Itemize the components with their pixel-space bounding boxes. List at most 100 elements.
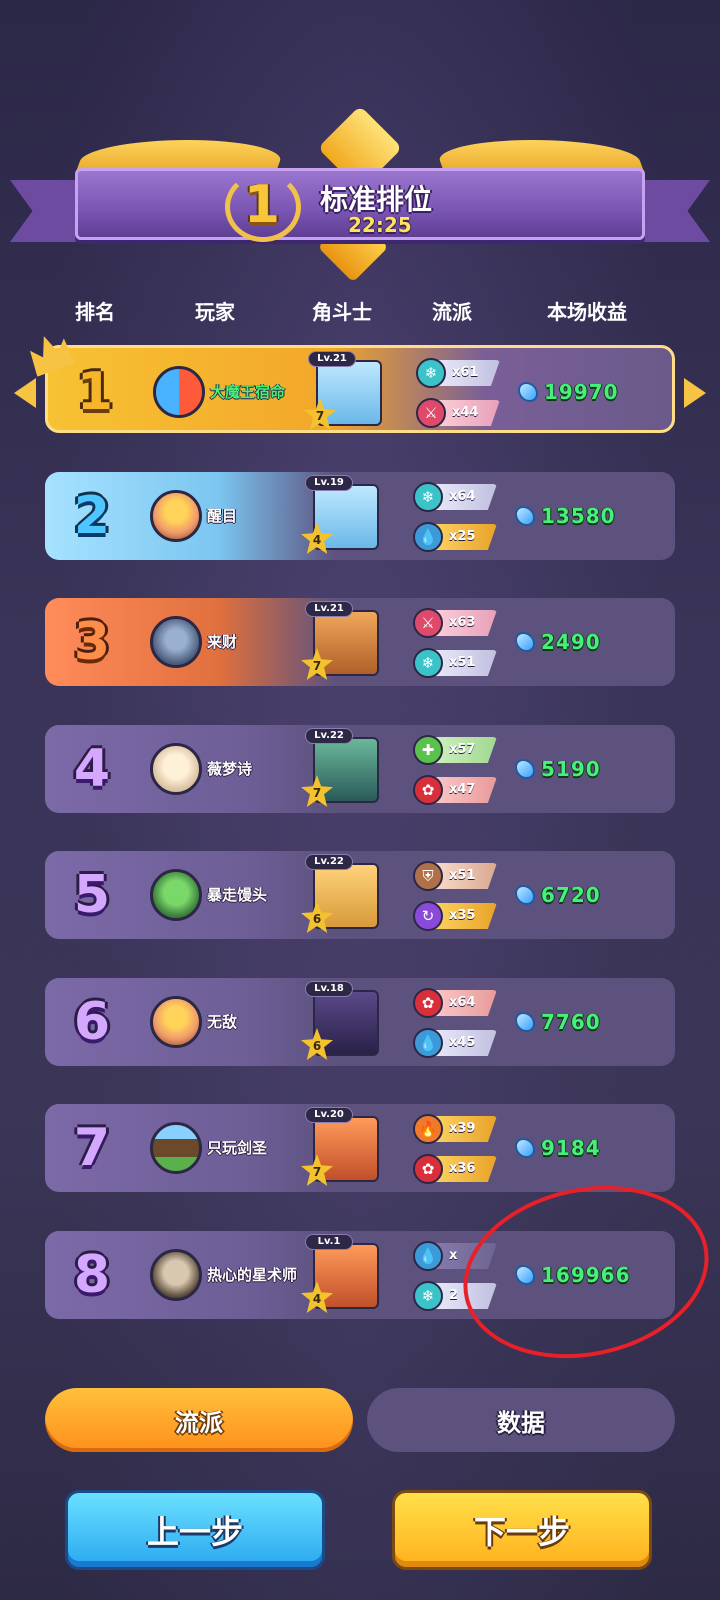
gem-icon — [515, 1138, 535, 1158]
school-tag: ⚔ x44 — [416, 398, 500, 428]
ranking-row[interactable]: 1 大魔王宿命 Lv.21 7 ❄ x61 ⚔ x44 19970 — [45, 345, 675, 433]
school-count: x51 — [449, 868, 476, 883]
ranking-row[interactable]: 2 醒目 Lv.19 4 ❄ x64 💧 x25 13580 — [45, 472, 675, 560]
player-avatar[interactable] — [153, 366, 205, 418]
header-fighter: 角斗士 — [312, 300, 372, 324]
rank-number: 5 — [73, 865, 111, 925]
player-avatar[interactable] — [150, 616, 202, 668]
player-name: 醒目 — [207, 507, 238, 525]
income-value: 13580 — [541, 504, 616, 528]
tab-school[interactable]: 流派 — [45, 1388, 353, 1452]
income-value: 19970 — [544, 380, 619, 404]
mode-title: 标准排位 — [320, 183, 433, 216]
income-value: 7760 — [541, 1010, 601, 1034]
fighter-level: Lv.18 — [305, 981, 353, 997]
snowflake-icon: ❄ — [413, 482, 443, 512]
gem-icon — [515, 885, 535, 905]
school-count: x47 — [449, 782, 476, 797]
gem-icon — [518, 382, 538, 402]
school-count: x51 — [449, 655, 476, 670]
school-count: x63 — [449, 615, 476, 630]
snowflake-icon: ❄ — [413, 1281, 443, 1311]
water-drop-icon: 💧 — [413, 1028, 443, 1058]
income-value: 9184 — [541, 1136, 601, 1160]
water-drop-icon: 💧 — [413, 1241, 443, 1271]
school-tag: 🔥 x39 — [413, 1114, 497, 1144]
fire-lotus-icon: ✿ — [413, 988, 443, 1018]
gem-icon — [515, 506, 535, 526]
school-count: x35 — [449, 908, 476, 923]
school-count: 2 — [449, 1288, 459, 1303]
ranking-row[interactable]: 6 无敌 Lv.18 6 ✿ x64 💧 x45 7760 — [45, 978, 675, 1066]
player-avatar[interactable] — [150, 1122, 202, 1174]
school-tag: ❄ x61 — [416, 358, 500, 388]
school-count: x57 — [449, 742, 476, 757]
player-avatar[interactable] — [150, 743, 202, 795]
player-name: 暴走馒头 — [207, 886, 268, 904]
snowflake-icon: ❄ — [413, 648, 443, 678]
fighter-level: Lv.22 — [305, 728, 353, 744]
school-count: x64 — [449, 995, 476, 1010]
income-value: 6720 — [541, 883, 601, 907]
school-tag: 💧 x25 — [413, 522, 497, 552]
school-count: x39 — [449, 1121, 476, 1136]
rank-number: 7 — [73, 1118, 111, 1178]
player-name: 大魔王宿命 — [210, 383, 286, 401]
school-count: x64 — [449, 489, 476, 504]
fighter-level: Lv.1 — [305, 1234, 353, 1250]
player-name: 无敌 — [207, 1013, 238, 1031]
ranking-row[interactable]: 3 来财 Lv.21 7 ⚔ x63 ❄ x51 2490 — [45, 598, 675, 686]
rank-number: 8 — [73, 1245, 111, 1305]
rank-number: 6 — [73, 992, 111, 1052]
player-avatar[interactable] — [150, 996, 202, 1048]
column-headers: 排名 玩家 角斗士 流派 本场收益 — [0, 296, 720, 326]
fire-lotus-icon: ✿ — [413, 775, 443, 805]
player-avatar[interactable] — [150, 1249, 202, 1301]
school-count: x25 — [449, 529, 476, 544]
flame-icon: 🔥 — [413, 1114, 443, 1144]
ranking-row[interactable]: 5 暴走馒头 Lv.22 6 ⛨ x51 ↻ x35 6720 — [45, 851, 675, 939]
school-tag: ❄ x64 — [413, 482, 497, 512]
snowflake-icon: ❄ — [416, 358, 446, 388]
shield-icon: ⛨ — [413, 861, 443, 891]
school-tag: ✿ x36 — [413, 1154, 497, 1184]
school-tag: 💧 x45 — [413, 1028, 497, 1058]
gem-icon — [515, 759, 535, 779]
income-value: 5190 — [541, 757, 601, 781]
header-school: 流派 — [432, 300, 472, 324]
ranking-row[interactable]: 7 只玩剑圣 Lv.20 7 🔥 x39 ✿ x36 9184 — [45, 1104, 675, 1192]
cycle-icon: ↻ — [413, 901, 443, 931]
gem-icon — [515, 1012, 535, 1032]
ranking-row[interactable]: 4 薇梦诗 Lv.22 7 ✚ x57 ✿ x47 5190 — [45, 725, 675, 813]
player-name: 只玩剑圣 — [207, 1139, 268, 1157]
prev-step-button[interactable]: 上一步 — [65, 1490, 325, 1570]
fighter-level: Lv.21 — [308, 351, 356, 367]
player-name: 来财 — [207, 633, 238, 651]
rank-number: 2 — [73, 486, 111, 546]
school-count: x45 — [449, 1035, 476, 1050]
income-value: 2490 — [541, 630, 601, 654]
next-step-button[interactable]: 下一步 — [392, 1490, 652, 1570]
school-tag: ⚔ x63 — [413, 608, 497, 638]
fighter-level: Lv.19 — [305, 475, 353, 491]
player-avatar[interactable] — [150, 869, 202, 921]
gem-icon — [515, 632, 535, 652]
heal-cross-icon: ✚ — [413, 735, 443, 765]
header-income: 本场收益 — [547, 300, 627, 324]
school-count: x36 — [449, 1161, 476, 1176]
player-name: 薇梦诗 — [207, 760, 253, 778]
school-tag: ✿ x47 — [413, 775, 497, 805]
rank-number: 3 — [73, 612, 111, 672]
rank-banner: 1 标准排位 22:25 — [10, 105, 710, 283]
player-avatar[interactable] — [150, 490, 202, 542]
tab-data[interactable]: 数据 — [367, 1388, 675, 1452]
fire-lotus-icon: ✿ — [413, 1154, 443, 1184]
match-time: 22:25 — [348, 213, 412, 237]
sword-icon: ⚔ — [413, 608, 443, 638]
school-count: x44 — [452, 405, 479, 420]
rank-number: 1 — [76, 362, 114, 422]
fighter-level: Lv.22 — [305, 854, 353, 870]
banner-rank-number: 1 — [243, 175, 281, 235]
header-player: 玩家 — [195, 300, 235, 324]
school-tag: ✚ x57 — [413, 735, 497, 765]
